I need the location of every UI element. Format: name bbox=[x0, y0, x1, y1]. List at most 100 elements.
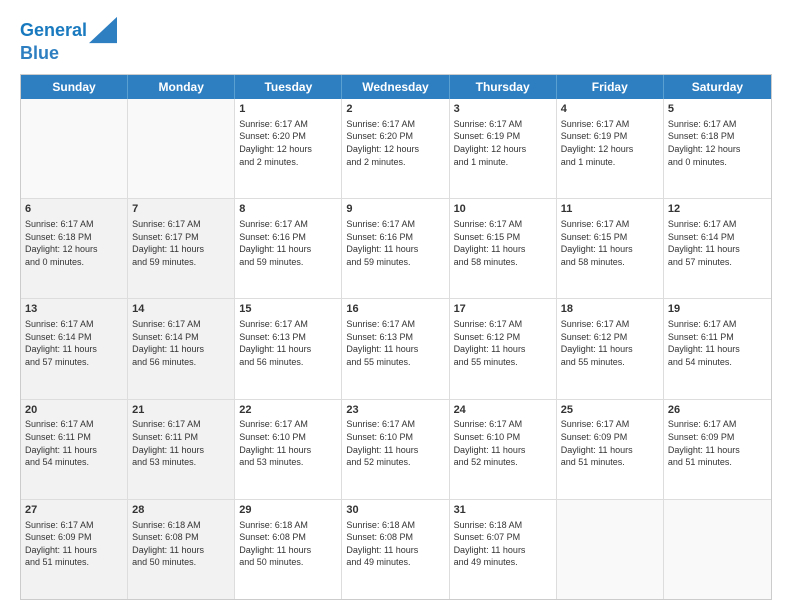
calendar-cell-0-6: 5Sunrise: 6:17 AM Sunset: 6:18 PM Daylig… bbox=[664, 99, 771, 198]
day-number: 7 bbox=[132, 202, 230, 217]
day-number: 11 bbox=[561, 202, 659, 217]
calendar-row-4: 27Sunrise: 6:17 AM Sunset: 6:09 PM Dayli… bbox=[21, 500, 771, 599]
day-info: Sunrise: 6:17 AM Sunset: 6:09 PM Dayligh… bbox=[668, 418, 767, 468]
day-number: 24 bbox=[454, 403, 552, 418]
day-info: Sunrise: 6:18 AM Sunset: 6:08 PM Dayligh… bbox=[132, 519, 230, 569]
day-number: 6 bbox=[25, 202, 123, 217]
calendar-cell-4-4: 31Sunrise: 6:18 AM Sunset: 6:07 PM Dayli… bbox=[450, 500, 557, 599]
calendar-cell-3-3: 23Sunrise: 6:17 AM Sunset: 6:10 PM Dayli… bbox=[342, 400, 449, 499]
header-day-sunday: Sunday bbox=[21, 75, 128, 99]
day-info: Sunrise: 6:17 AM Sunset: 6:18 PM Dayligh… bbox=[25, 218, 123, 268]
calendar-cell-4-0: 27Sunrise: 6:17 AM Sunset: 6:09 PM Dayli… bbox=[21, 500, 128, 599]
day-info: Sunrise: 6:17 AM Sunset: 6:10 PM Dayligh… bbox=[454, 418, 552, 468]
calendar-row-3: 20Sunrise: 6:17 AM Sunset: 6:11 PM Dayli… bbox=[21, 400, 771, 500]
day-number: 9 bbox=[346, 202, 444, 217]
calendar-cell-0-3: 2Sunrise: 6:17 AM Sunset: 6:20 PM Daylig… bbox=[342, 99, 449, 198]
header-day-friday: Friday bbox=[557, 75, 664, 99]
day-info: Sunrise: 6:17 AM Sunset: 6:09 PM Dayligh… bbox=[25, 519, 123, 569]
day-info: Sunrise: 6:17 AM Sunset: 6:19 PM Dayligh… bbox=[561, 118, 659, 168]
calendar-cell-2-1: 14Sunrise: 6:17 AM Sunset: 6:14 PM Dayli… bbox=[128, 299, 235, 398]
day-number: 12 bbox=[668, 202, 767, 217]
day-info: Sunrise: 6:17 AM Sunset: 6:13 PM Dayligh… bbox=[239, 318, 337, 368]
day-number: 14 bbox=[132, 302, 230, 317]
day-info: Sunrise: 6:17 AM Sunset: 6:11 PM Dayligh… bbox=[668, 318, 767, 368]
day-number: 4 bbox=[561, 102, 659, 117]
calendar-cell-0-2: 1Sunrise: 6:17 AM Sunset: 6:20 PM Daylig… bbox=[235, 99, 342, 198]
day-info: Sunrise: 6:17 AM Sunset: 6:09 PM Dayligh… bbox=[561, 418, 659, 468]
header-day-wednesday: Wednesday bbox=[342, 75, 449, 99]
logo-text: General bbox=[20, 21, 87, 41]
calendar-cell-3-4: 24Sunrise: 6:17 AM Sunset: 6:10 PM Dayli… bbox=[450, 400, 557, 499]
header-day-tuesday: Tuesday bbox=[235, 75, 342, 99]
day-info: Sunrise: 6:17 AM Sunset: 6:20 PM Dayligh… bbox=[239, 118, 337, 168]
day-number: 20 bbox=[25, 403, 123, 418]
calendar-cell-3-2: 22Sunrise: 6:17 AM Sunset: 6:10 PM Dayli… bbox=[235, 400, 342, 499]
day-number: 28 bbox=[132, 503, 230, 518]
calendar-cell-4-5 bbox=[557, 500, 664, 599]
calendar-row-1: 6Sunrise: 6:17 AM Sunset: 6:18 PM Daylig… bbox=[21, 199, 771, 299]
day-number: 15 bbox=[239, 302, 337, 317]
day-number: 2 bbox=[346, 102, 444, 117]
header-day-thursday: Thursday bbox=[450, 75, 557, 99]
calendar-row-0: 1Sunrise: 6:17 AM Sunset: 6:20 PM Daylig… bbox=[21, 99, 771, 199]
day-number: 29 bbox=[239, 503, 337, 518]
day-info: Sunrise: 6:17 AM Sunset: 6:14 PM Dayligh… bbox=[132, 318, 230, 368]
day-number: 1 bbox=[239, 102, 337, 117]
calendar-cell-2-3: 16Sunrise: 6:17 AM Sunset: 6:13 PM Dayli… bbox=[342, 299, 449, 398]
day-info: Sunrise: 6:17 AM Sunset: 6:16 PM Dayligh… bbox=[346, 218, 444, 268]
day-number: 25 bbox=[561, 403, 659, 418]
calendar-cell-4-6 bbox=[664, 500, 771, 599]
day-info: Sunrise: 6:17 AM Sunset: 6:10 PM Dayligh… bbox=[346, 418, 444, 468]
calendar-cell-1-3: 9Sunrise: 6:17 AM Sunset: 6:16 PM Daylig… bbox=[342, 199, 449, 298]
logo-icon bbox=[89, 16, 117, 44]
day-info: Sunrise: 6:17 AM Sunset: 6:19 PM Dayligh… bbox=[454, 118, 552, 168]
calendar-cell-1-4: 10Sunrise: 6:17 AM Sunset: 6:15 PM Dayli… bbox=[450, 199, 557, 298]
calendar-cell-1-1: 7Sunrise: 6:17 AM Sunset: 6:17 PM Daylig… bbox=[128, 199, 235, 298]
day-info: Sunrise: 6:17 AM Sunset: 6:15 PM Dayligh… bbox=[561, 218, 659, 268]
day-number: 26 bbox=[668, 403, 767, 418]
calendar-cell-0-0 bbox=[21, 99, 128, 198]
calendar-row-2: 13 Sunrise: 6:17 AM Sunset: 6:14 PM Dayli… bbox=[21, 299, 771, 399]
logo: General Blue bbox=[20, 18, 117, 64]
logo-general: General bbox=[20, 20, 87, 40]
header-day-monday: Monday bbox=[128, 75, 235, 99]
day-info: Sunrise: 6:17 AM Sunset: 6:12 PM Dayligh… bbox=[454, 318, 552, 368]
day-number: 8 bbox=[239, 202, 337, 217]
calendar-cell-0-1 bbox=[128, 99, 235, 198]
day-info: Sunrise: 6:17 AM Sunset: 6:16 PM Dayligh… bbox=[239, 218, 337, 268]
day-info: Sunrise: 6:18 AM Sunset: 6:08 PM Dayligh… bbox=[346, 519, 444, 569]
calendar-header: SundayMondayTuesdayWednesdayThursdayFrid… bbox=[21, 75, 771, 99]
calendar-cell-3-1: 21Sunrise: 6:17 AM Sunset: 6:11 PM Dayli… bbox=[128, 400, 235, 499]
day-number: 18 bbox=[561, 302, 659, 317]
calendar-cell-3-6: 26Sunrise: 6:17 AM Sunset: 6:09 PM Dayli… bbox=[664, 400, 771, 499]
day-number: 10 bbox=[454, 202, 552, 217]
page: General Blue SundayMondayTuesdayWednesda… bbox=[0, 0, 792, 612]
calendar-cell-1-6: 12Sunrise: 6:17 AM Sunset: 6:14 PM Dayli… bbox=[664, 199, 771, 298]
day-number: 16 bbox=[346, 302, 444, 317]
day-number: 17 bbox=[454, 302, 552, 317]
day-info: Sunrise: 6:17 AM Sunset: 6:15 PM Dayligh… bbox=[454, 218, 552, 268]
day-number: 5 bbox=[668, 102, 767, 117]
calendar-cell-2-2: 15Sunrise: 6:17 AM Sunset: 6:13 PM Dayli… bbox=[235, 299, 342, 398]
calendar-body: 1Sunrise: 6:17 AM Sunset: 6:20 PM Daylig… bbox=[21, 99, 771, 599]
day-number: 19 bbox=[668, 302, 767, 317]
calendar-cell-2-6: 19Sunrise: 6:17 AM Sunset: 6:11 PM Dayli… bbox=[664, 299, 771, 398]
day-info: Sunrise: 6:17 AM Sunset: 6:13 PM Dayligh… bbox=[346, 318, 444, 368]
calendar-cell-3-0: 20Sunrise: 6:17 AM Sunset: 6:11 PM Dayli… bbox=[21, 400, 128, 499]
calendar-cell-4-1: 28Sunrise: 6:18 AM Sunset: 6:08 PM Dayli… bbox=[128, 500, 235, 599]
day-number: 27 bbox=[25, 503, 123, 518]
day-number: 22 bbox=[239, 403, 337, 418]
calendar-cell-2-0: 13Sunrise: 6:17 AM Sunset: 6:14 PM Dayli… bbox=[21, 299, 128, 398]
day-info: Sunrise: 6:17 AM Sunset: 6:12 PM Dayligh… bbox=[561, 318, 659, 368]
day-number: 13 bbox=[25, 302, 123, 317]
calendar-cell-1-2: 8Sunrise: 6:17 AM Sunset: 6:16 PM Daylig… bbox=[235, 199, 342, 298]
day-info: Sunrise: 6:18 AM Sunset: 6:07 PM Dayligh… bbox=[454, 519, 552, 569]
day-number: 30 bbox=[346, 503, 444, 518]
calendar-cell-2-5: 18Sunrise: 6:17 AM Sunset: 6:12 PM Dayli… bbox=[557, 299, 664, 398]
day-number: 3 bbox=[454, 102, 552, 117]
day-info: Sunrise: 6:18 AM Sunset: 6:08 PM Dayligh… bbox=[239, 519, 337, 569]
calendar-cell-0-4: 3Sunrise: 6:17 AM Sunset: 6:19 PM Daylig… bbox=[450, 99, 557, 198]
calendar-cell-1-0: 6Sunrise: 6:17 AM Sunset: 6:18 PM Daylig… bbox=[21, 199, 128, 298]
calendar-cell-2-4: 17Sunrise: 6:17 AM Sunset: 6:12 PM Dayli… bbox=[450, 299, 557, 398]
calendar: SundayMondayTuesdayWednesdayThursdayFrid… bbox=[20, 74, 772, 600]
